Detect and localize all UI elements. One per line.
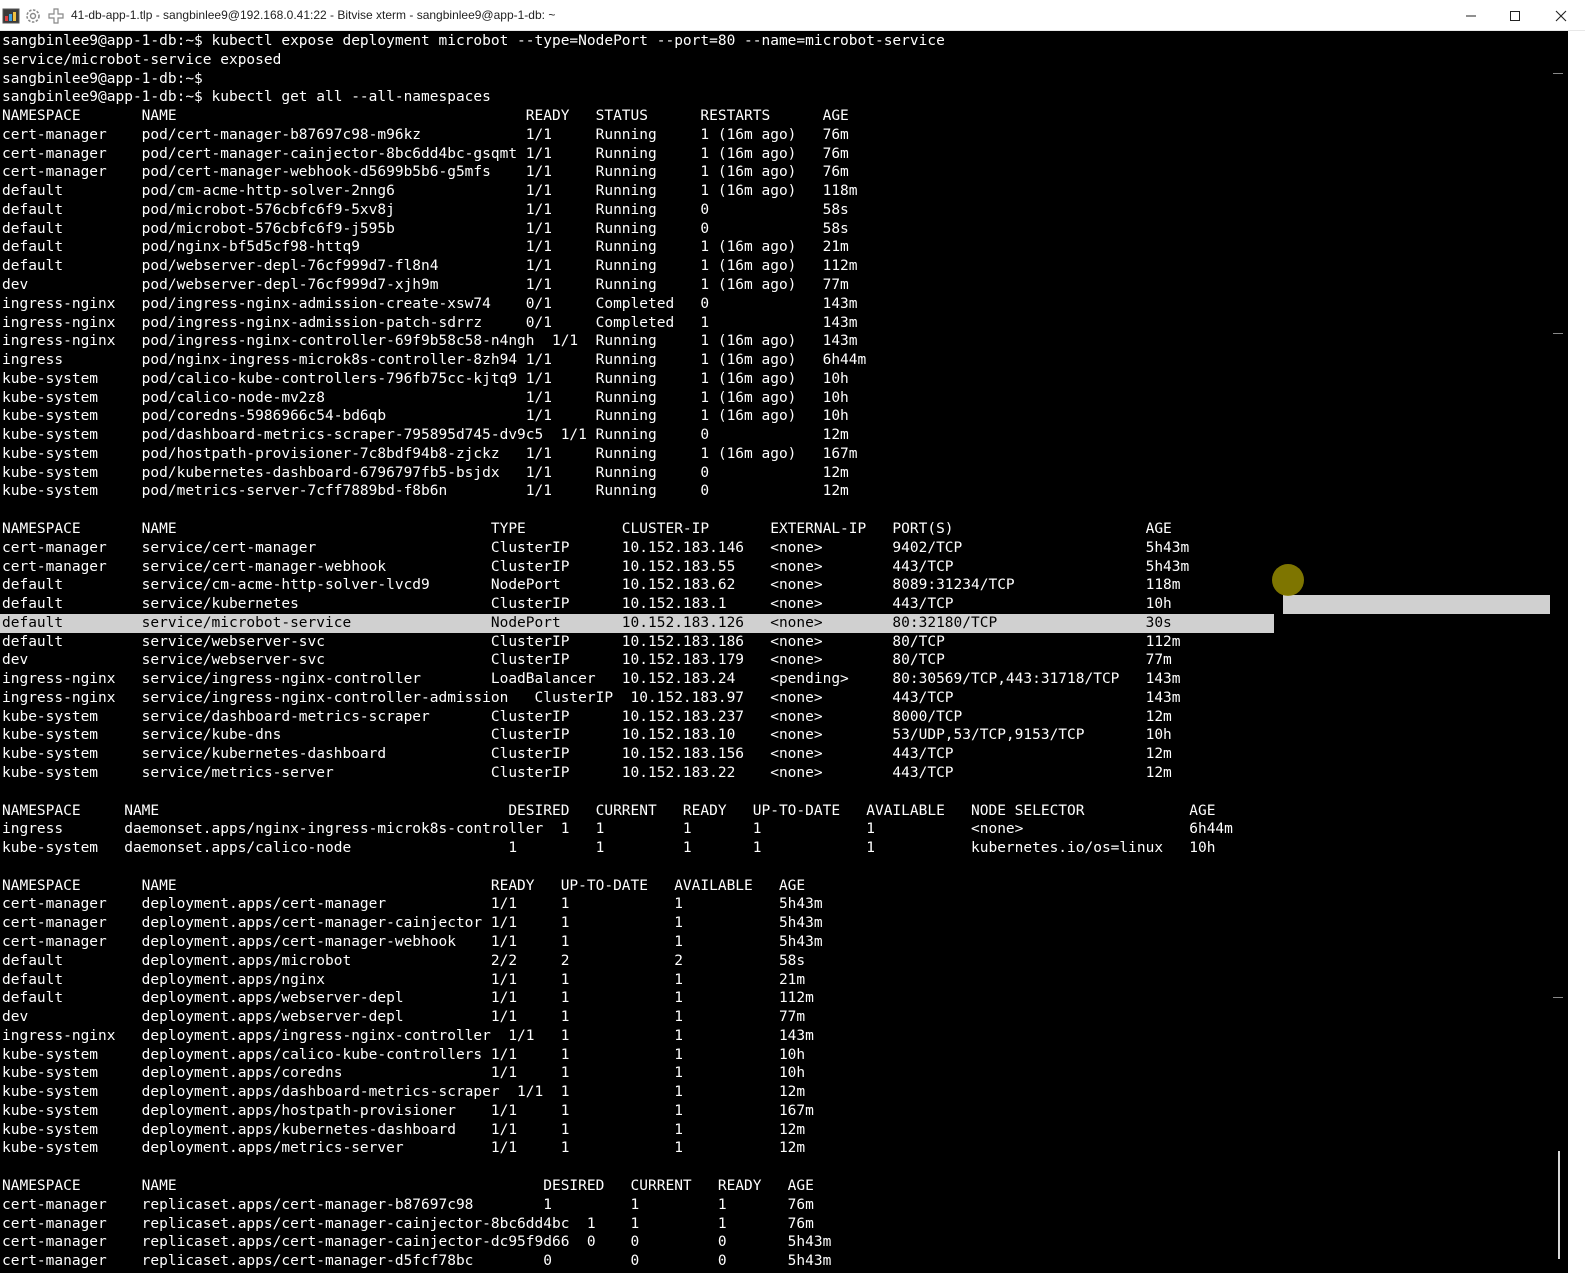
terminal-line: cert-manager pod/cert-manager-webhook-d5… <box>2 164 849 181</box>
terminal-line: kube-system deployment.apps/hostpath-pro… <box>2 1102 814 1119</box>
window-titlebar: 41-db-app-1.tlp - sangbinlee9@192.168.0.… <box>0 0 1585 31</box>
terminal-line: dev service/webserver-svc ClusterIP 10.1… <box>2 652 1172 669</box>
terminal-line: default pod/cm-acme-http-solver-2nng6 1/… <box>2 183 858 200</box>
scrollbar-thumb[interactable] <box>1558 1151 1560 1259</box>
terminal-line: NAMESPACE NAME DESIRED CURRENT READY AGE <box>2 1177 814 1194</box>
window-border <box>1568 31 1585 1273</box>
terminal-line: kube-system deployment.apps/kubernetes-d… <box>2 1121 806 1138</box>
terminal-line: cert-manager deployment.apps/cert-manage… <box>2 933 823 950</box>
terminal-line: default deployment.apps/webserver-depl 1… <box>2 990 814 1007</box>
terminal-line: default service/cm-acme-http-solver-lvcd… <box>2 577 1181 594</box>
scrollbar-marker <box>1553 997 1563 998</box>
terminal-line: kube-system deployment.apps/metrics-serv… <box>2 1140 806 1157</box>
terminal-line: cert-manager pod/cert-manager-cainjector… <box>2 145 849 162</box>
scrollbar-marker <box>1553 73 1563 74</box>
scrollbar-track[interactable] <box>1550 31 1568 1273</box>
terminal-line: NAMESPACE NAME READY STATUS RESTARTS AGE <box>2 108 849 125</box>
terminal-line: NAMESPACE NAME DESIRED CURRENT READY UP-… <box>2 802 1216 819</box>
terminal-line: default pod/nginx-bf5d5cf98-httq9 1/1 Ru… <box>2 239 849 256</box>
terminal-line: kube-system service/metrics-server Clust… <box>2 765 1172 782</box>
terminal-line: default pod/microbot-576cbfc6f9-5xv8j 1/… <box>2 201 849 218</box>
terminal-line: kube-system service/kubernetes-dashboard… <box>2 746 1172 763</box>
terminal-line: kube-system pod/calico-kube-controllers-… <box>2 370 849 387</box>
window-title: 41-db-app-1.tlp - sangbinlee9@192.168.0.… <box>71 8 556 22</box>
terminal-line: cert-manager replicaset.apps/cert-manage… <box>2 1253 832 1270</box>
terminal-line: kube-system service/dashboard-metrics-sc… <box>2 708 1172 725</box>
terminal-line: kube-system deployment.apps/calico-kube-… <box>2 1046 806 1063</box>
terminal-line: sangbinlee9@app-1-db:~$ kubectl get all … <box>2 89 491 106</box>
terminal-line: NAMESPACE NAME TYPE CLUSTER-IP EXTERNAL-… <box>2 521 1172 538</box>
terminal-line: cert-manager pod/cert-manager-b87697c98-… <box>2 126 849 143</box>
terminal-line: kube-system deployment.apps/dashboard-me… <box>2 1084 806 1101</box>
terminal-line: NAMESPACE NAME READY UP-TO-DATE AVAILABL… <box>2 877 806 894</box>
terminal-line: kube-system pod/coredns-5986966c54-bd6qb… <box>2 408 849 425</box>
terminal-line: cert-manager replicaset.apps/cert-manage… <box>2 1234 832 1251</box>
terminal-line: cert-manager service/cert-manager-webhoo… <box>2 558 1190 575</box>
terminal-line: default service/kubernetes ClusterIP 10.… <box>2 596 1172 613</box>
close-icon <box>1555 10 1567 21</box>
terminal-line: kube-system pod/metrics-server-7cff7889b… <box>2 483 849 500</box>
terminal-line: default deployment.apps/nginx 1/1 1 1 21… <box>2 971 806 988</box>
terminal-line: dev deployment.apps/webserver-depl 1/1 1… <box>2 1009 806 1026</box>
terminal-line: ingress-nginx service/ingress-nginx-cont… <box>2 689 1181 706</box>
terminal-line: ingress daemonset.apps/nginx-ingress-mic… <box>2 821 1233 838</box>
minimize-icon <box>1466 15 1476 16</box>
terminal-line: default service/webserver-svc ClusterIP … <box>2 633 1181 650</box>
terminal-line: cert-manager deployment.apps/cert-manage… <box>2 915 823 932</box>
terminal-line: cert-manager replicaset.apps/cert-manage… <box>2 1196 814 1213</box>
terminal-line: kube-system pod/dashboard-metrics-scrape… <box>2 427 849 444</box>
plus-icon[interactable] <box>47 7 65 25</box>
terminal-line: ingress-nginx pod/ingress-nginx-admissio… <box>2 314 858 331</box>
terminal-line: ingress pod/nginx-ingress-microk8s-contr… <box>2 352 867 369</box>
selection-highlight <box>1283 595 1551 614</box>
terminal-line-selected: default service/microbot-service NodePor… <box>0 613 1274 633</box>
terminal-line: default pod/webserver-depl-76cf999d7-fl8… <box>2 258 858 275</box>
terminal-line: ingress-nginx service/ingress-nginx-cont… <box>2 671 1181 688</box>
minimize-button[interactable] <box>1448 0 1494 31</box>
close-button[interactable] <box>1538 0 1584 31</box>
terminal-line: kube-system daemonset.apps/calico-node 1… <box>2 840 1216 857</box>
terminal-line: sangbinlee9@app-1-db:~$ <box>2 70 203 87</box>
terminal-line: kube-system pod/hostpath-provisioner-7c8… <box>2 445 858 462</box>
terminal-line: cert-manager service/cert-manager Cluste… <box>2 539 1190 556</box>
terminal-area[interactable]: sangbinlee9@app-1-db:~$ kubectl expose d… <box>0 31 1568 1273</box>
terminal-line: dev pod/webserver-depl-76cf999d7-xjh9m 1… <box>2 277 849 293</box>
terminal-line: kube-system pod/calico-node-mv2z8 1/1 Ru… <box>2 389 849 406</box>
maximize-button[interactable] <box>1492 0 1538 31</box>
app-icon[interactable] <box>2 7 20 25</box>
terminal-line: service/microbot-service exposed <box>2 51 282 68</box>
terminal-line: kube-system pod/kubernetes-dashboard-679… <box>2 464 849 481</box>
terminal-line: cert-manager deployment.apps/cert-manage… <box>2 896 823 913</box>
terminal-line: ingress-nginx pod/ingress-nginx-controll… <box>2 333 858 350</box>
terminal-line: default pod/microbot-576cbfc6f9-j595b 1/… <box>2 220 849 237</box>
terminal-line: kube-system service/kube-dns ClusterIP 1… <box>2 727 1172 744</box>
terminal-line: ingress-nginx pod/ingress-nginx-admissio… <box>2 295 858 312</box>
scrollbar-marker <box>1553 333 1563 334</box>
maximize-icon <box>1510 10 1520 21</box>
gear-icon[interactable] <box>24 7 42 25</box>
terminal-line: kube-system deployment.apps/coredns 1/1 … <box>2 1065 806 1082</box>
terminal-line: default deployment.apps/microbot 2/2 2 2… <box>2 952 806 969</box>
terminal-line: sangbinlee9@app-1-db:~$ kubectl expose d… <box>2 33 945 49</box>
mouse-pointer-indicator <box>1272 564 1304 596</box>
terminal-line: cert-manager replicaset.apps/cert-manage… <box>2 1215 814 1232</box>
window-border <box>0 1273 1585 1286</box>
terminal-line: ingress-nginx deployment.apps/ingress-ng… <box>2 1027 814 1044</box>
